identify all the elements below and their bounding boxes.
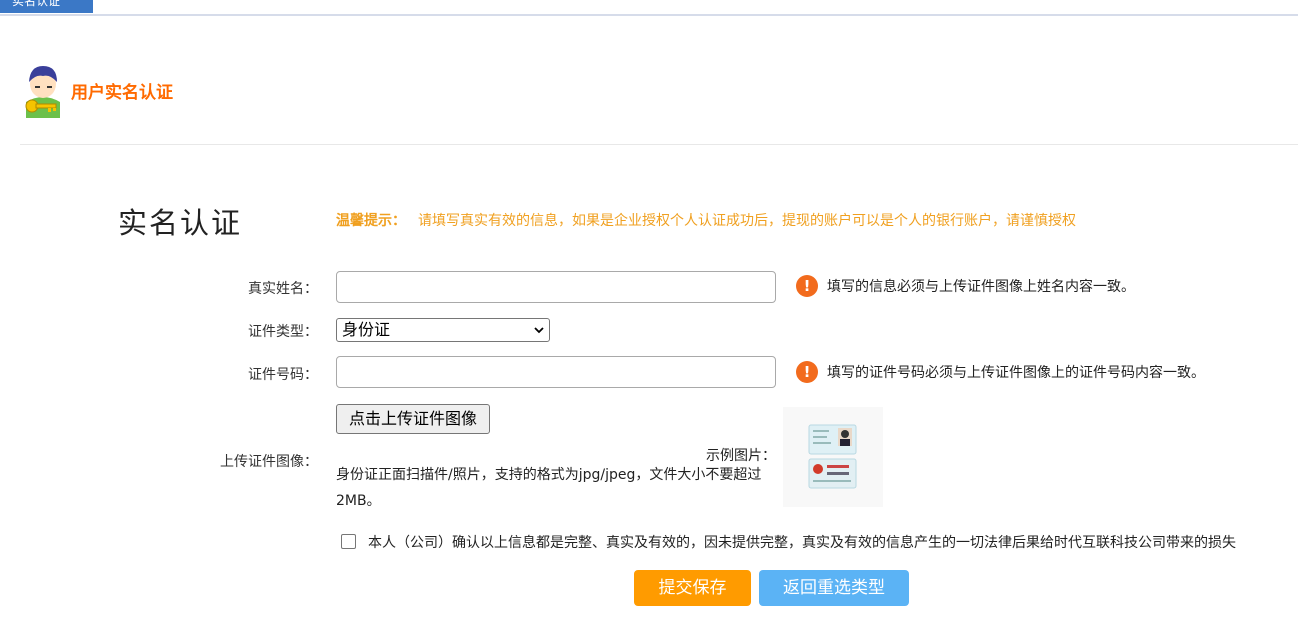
tip-label: 温馨提示： — [336, 213, 406, 229]
submit-save-button[interactable]: 提交保存 — [634, 570, 751, 606]
warm-tip: 温馨提示： 请填写真实有效的信息，如果是企业授权个人认证成功后，提现的账户可以是个… — [336, 210, 1076, 230]
user-key-avatar-icon — [20, 62, 66, 118]
upload-button[interactable]: 点击上传证件图像 — [336, 404, 490, 434]
name-hint-text: 填写的信息必须与上传证件图像上姓名内容一致。 — [827, 279, 1135, 295]
id-number-hint-text: 填写的证件号码必须与上传证件图像上的证件号码内容一致。 — [827, 365, 1205, 381]
name-label: 真实姓名： — [248, 281, 318, 297]
chevron-down-icon — [534, 327, 544, 334]
header-title: 用户实名认证 — [71, 83, 173, 103]
confirm-text: 本人（公司）确认以上信息都是完整、真实及有效的，因未提供完整，真实及有效的信息产… — [368, 535, 1236, 551]
confirm-checkbox[interactable] — [341, 533, 356, 549]
id-type-select[interactable]: 身份证 — [336, 318, 550, 342]
sample-id-card-image — [783, 407, 883, 507]
name-input[interactable] — [336, 271, 776, 303]
header-divider — [20, 144, 1298, 145]
name-hint: ! 填写的信息必须与上传证件图像上姓名内容一致。 — [796, 275, 1135, 297]
top-bar: 实名认证 — [0, 0, 1298, 16]
id-number-hint: ! 填写的证件号码必须与上传证件图像上的证件号码内容一致。 — [796, 361, 1205, 383]
page-title: 实名认证 — [118, 206, 243, 240]
back-reselect-type-button[interactable]: 返回重选类型 — [759, 570, 909, 606]
id-number-label: 证件号码： — [248, 367, 318, 383]
confirm-row: 本人（公司）确认以上信息都是完整、真实及有效的，因未提供完整，真实及有效的信息产… — [341, 532, 1298, 552]
sample-image-label: 示例图片： — [706, 448, 776, 464]
tab-real-name[interactable]: 实名认证 — [0, 0, 93, 13]
id-type-label: 证件类型： — [248, 324, 318, 340]
upload-description: 身份证正面扫描件/照片，支持的格式为jpg/jpeg，文件大小不要超过2MB。 — [336, 467, 762, 509]
id-type-selected: 身份证 — [342, 320, 391, 339]
tip-text: 请填写真实有效的信息，如果是企业授权个人认证成功后，提现的账户可以是个人的银行账… — [418, 213, 1076, 229]
id-number-input[interactable] — [336, 356, 776, 388]
warning-icon: ! — [796, 361, 818, 383]
upload-label: 上传证件图像： — [220, 454, 318, 470]
warning-icon: ! — [796, 275, 818, 297]
